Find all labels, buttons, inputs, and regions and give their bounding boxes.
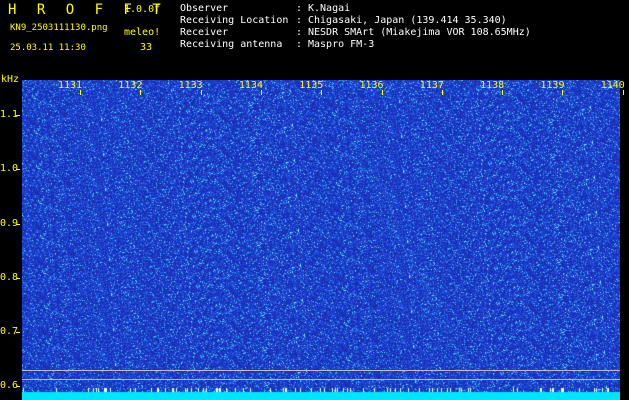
info-value-observer: K.Nagai [308, 3, 351, 14]
y-unit-label: kHz [1, 74, 20, 85]
x-tick-mark [140, 90, 142, 95]
x-tick-mark [321, 90, 323, 95]
y-tick-mark [16, 332, 20, 334]
x-tick-mark [622, 90, 624, 95]
reference-line [22, 370, 620, 371]
x-tick-label: 1131 [58, 80, 83, 91]
info-label-location: Receiving Location [180, 15, 289, 26]
spectrogram-plot [22, 80, 620, 400]
y-tick-mark [16, 223, 20, 225]
info-sep: : [296, 3, 303, 14]
x-tick-label: 1134 [238, 80, 263, 91]
info-sep: : [296, 27, 303, 38]
x-tick-mark [80, 90, 81, 95]
info-value-antenna: Maspro FM-3 [308, 39, 375, 50]
info-label-antenna: Receiving antenna [180, 39, 283, 50]
y-tick-mark [16, 277, 20, 279]
x-tick-mark [260, 90, 262, 95]
x-tick-label: 1137 [419, 80, 444, 91]
y-tick-mark [16, 169, 20, 171]
info-sep: : [296, 15, 303, 26]
info-label-observer: Observer [180, 3, 229, 14]
x-tick-label: 1139 [540, 80, 565, 91]
x-tick-label: 1135 [299, 80, 324, 91]
info-value-receiver: NESDR SMArt (Miakejima VOR 108.65MHz) [308, 27, 531, 38]
x-tick-mark [381, 90, 383, 95]
x-tick-label: 1138 [480, 80, 505, 91]
info-label-receiver: Receiver [180, 27, 229, 38]
x-tick-label: 1140 [600, 80, 625, 91]
info-sep: : [296, 39, 303, 50]
x-tick-label: 1133 [178, 80, 203, 91]
info-value-location: Chigasaki, Japan (139.414 35.340) [308, 15, 507, 26]
timestamp: 25.03.11 11:30 [10, 43, 86, 53]
mode-label: meleo! [124, 27, 161, 38]
reference-line [22, 379, 620, 380]
x-tick-label: 1136 [359, 80, 384, 91]
count-value: 33 [140, 42, 153, 53]
x-tick-mark [502, 90, 504, 95]
x-tick-label: 1132 [118, 80, 143, 91]
x-tick-mark [562, 90, 564, 95]
app-version: 1.0.0f [124, 4, 161, 15]
x-tick-mark [200, 90, 202, 95]
y-tick-mark [16, 386, 20, 388]
x-tick-mark [441, 90, 443, 95]
y-tick-mark [16, 115, 20, 117]
spectrogram-canvas [22, 80, 620, 400]
file-name: KN9_2503111130.png [10, 23, 108, 33]
